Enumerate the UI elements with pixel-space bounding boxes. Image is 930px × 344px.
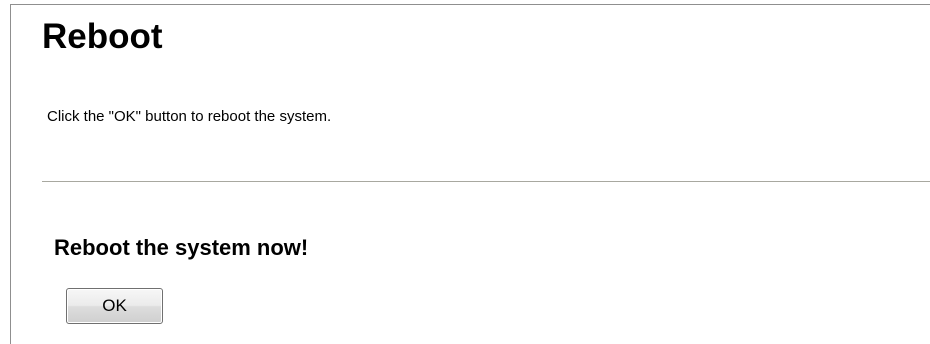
page-title: Reboot (42, 17, 163, 56)
ok-button[interactable]: OK (66, 288, 163, 324)
reboot-section-title: Reboot the system now! (54, 235, 309, 260)
reboot-instruction-text: Click the "OK" button to reboot the syst… (47, 108, 332, 125)
section-divider (42, 181, 930, 182)
reboot-panel: Reboot Click the "OK" button to reboot t… (10, 4, 930, 344)
